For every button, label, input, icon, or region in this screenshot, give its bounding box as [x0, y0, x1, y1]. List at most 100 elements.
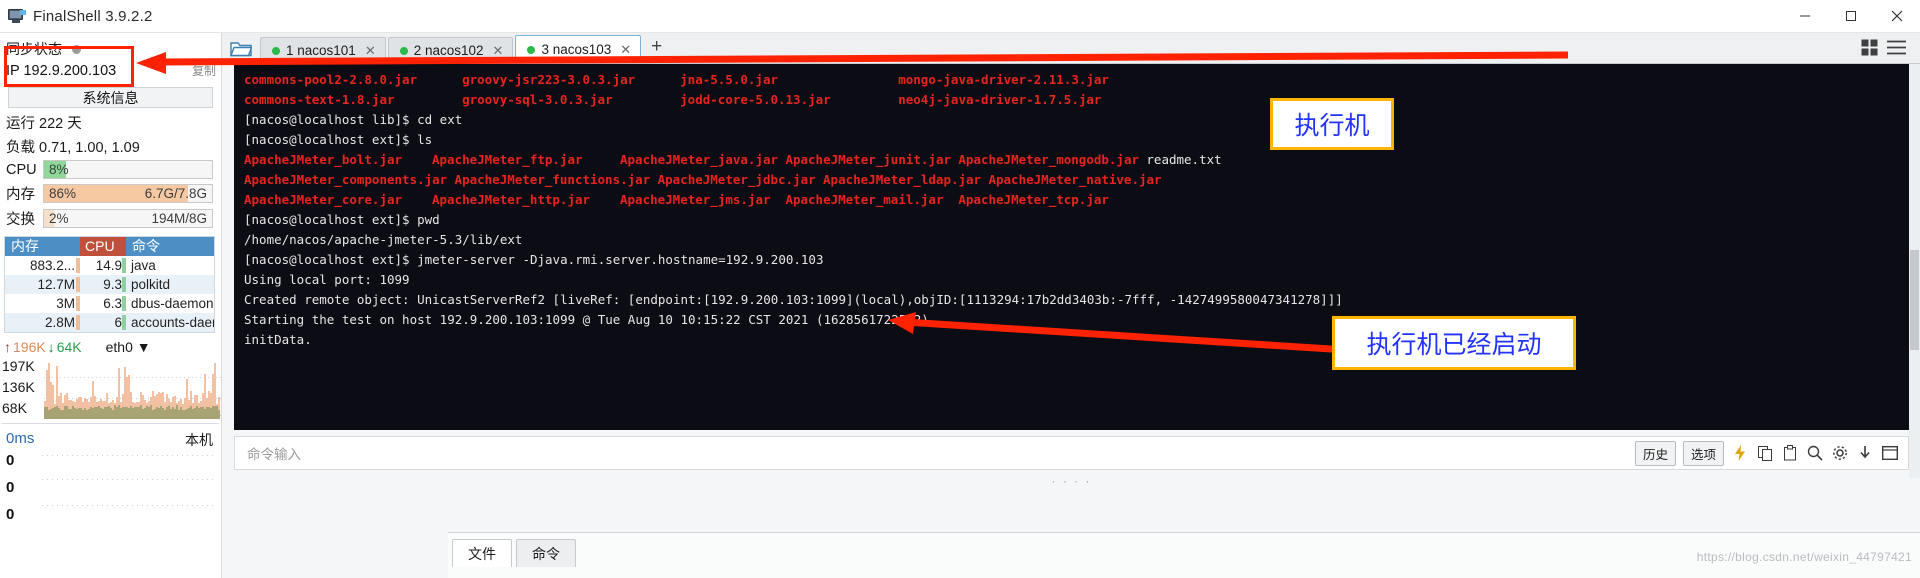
- terminal-line: ApacheJMeter_core.jar ApacheJMeter_http.j…: [244, 190, 1909, 210]
- cell-cpu: 6.3: [80, 294, 126, 313]
- terminal-text: jodd-core-5.0.13.jar: [680, 92, 831, 107]
- terminal-text: ApacheJMeter_ftp.jar: [432, 152, 583, 167]
- panel-resize-handle[interactable]: · · · ·: [234, 474, 1909, 488]
- grid-view-icon[interactable]: [1861, 39, 1878, 59]
- terminal-text: /home/nacos/apache-jmeter-5.3/lib/ext: [244, 232, 523, 247]
- lat-y-label-0: 0: [6, 452, 15, 469]
- meter-label: CPU: [6, 161, 37, 178]
- meter-bar: 86% 6.7G/7.8G: [43, 184, 213, 203]
- terminal-line: [nacos@localhost lib]$ cd ext: [244, 110, 1909, 130]
- status-dot: [399, 46, 408, 55]
- latency-chart-canvas: [42, 453, 217, 533]
- terminal-text: ApacheJMeter_native.jar: [988, 172, 1162, 187]
- cell-cpu: 9.3: [80, 275, 126, 294]
- terminal-line: [nacos@localhost ext]$ jmeter-server -Dj…: [244, 250, 1909, 270]
- search-icon[interactable]: [1806, 444, 1824, 462]
- tab-files[interactable]: 文件: [452, 539, 512, 567]
- finalshell-window: FinalShell 3.9.2.2 同步状态 IP 192.9.200.103…: [0, 0, 1920, 578]
- latency-chart: 0 0 0: [0, 449, 221, 533]
- sync-status-label: 同步状态: [6, 41, 62, 57]
- meter-bar: 2% 194M/8G: [43, 209, 213, 228]
- terminal-text: jna-5.5.0.jar: [680, 72, 778, 87]
- terminal-text: ApacheJMeter_jdbc.jar: [657, 172, 816, 187]
- terminal-text: ApacheJMeter_mail.jar: [785, 192, 944, 207]
- col-header-command[interactable]: 命令: [126, 237, 214, 256]
- history-button[interactable]: 历史: [1634, 440, 1676, 466]
- status-dot: [527, 45, 536, 54]
- session-tab-bar: 1 nacos101 ✕ 2 nacos102 ✕ 3 nacos103 ✕ +: [222, 33, 1920, 64]
- network-summary: ↑ 196K ↓ 64K eth0 ▼: [0, 333, 221, 357]
- close-icon[interactable]: ✕: [620, 42, 631, 58]
- maximize-button[interactable]: [1828, 0, 1874, 33]
- server-ip-label: IP 192.9.200.103: [6, 63, 117, 79]
- session-tab-1[interactable]: 1 nacos101 ✕: [260, 37, 386, 63]
- latency-host-label: 本机: [185, 432, 213, 448]
- window-icon[interactable]: [1881, 444, 1899, 462]
- close-button[interactable]: [1874, 0, 1920, 33]
- terminal-text: commons-pool2-2.8.0.jar: [244, 72, 418, 87]
- network-chart-canvas: [44, 357, 221, 419]
- session-tab-2[interactable]: 2 nacos102 ✕: [387, 37, 514, 63]
- terminal-text: groovy-sql-3.0.3.jar: [462, 92, 613, 107]
- gear-icon[interactable]: [1831, 444, 1849, 462]
- options-button[interactable]: 选项: [1682, 440, 1724, 466]
- terminal-line: commons-text-1.8.jar groovy-sql-3.0.3.jar…: [244, 90, 1909, 110]
- terminal-line: Using local port: 1099: [244, 270, 1909, 290]
- terminal-text: Starting the test on host 192.9.200.103:…: [244, 312, 929, 327]
- meter-amount: 194M/8G: [151, 211, 207, 226]
- meter-cpu: CPU 8%: [0, 158, 221, 181]
- terminal-text: [nacos@localhost ext]$ ls: [244, 132, 433, 147]
- terminal-text: ApacheJMeter_core.jar: [244, 192, 403, 207]
- download-rate: 64K: [56, 339, 82, 355]
- close-icon[interactable]: ✕: [493, 43, 504, 59]
- network-chart-y-axis: 197K 136K 68K: [2, 357, 44, 420]
- table-row[interactable]: 12.7M 9.3 polkitd: [5, 275, 214, 294]
- folder-icon[interactable]: [222, 33, 260, 63]
- terminal-text: ApacheJMeter_tcp.jar: [958, 192, 1109, 207]
- terminal-text: readme.txt: [1146, 152, 1222, 167]
- network-interface-selector[interactable]: eth0 ▼: [106, 339, 151, 355]
- watermark: https://blog.csdn.net/weixin_44797421: [1696, 550, 1912, 564]
- command-input[interactable]: 命令输入: [247, 443, 301, 463]
- tab-commands[interactable]: 命令: [516, 539, 576, 567]
- close-icon[interactable]: ✕: [365, 43, 376, 59]
- copy-icon[interactable]: [1756, 444, 1774, 462]
- terminal-text: Using local port: 1099: [244, 272, 410, 287]
- cell-memory: 2.8M: [5, 313, 80, 332]
- meter-percent: 8%: [49, 162, 69, 177]
- lightning-icon[interactable]: [1731, 444, 1749, 462]
- session-tab-3[interactable]: 3 nacos103 ✕: [515, 35, 642, 63]
- terminal-text: commons-text-1.8.jar: [244, 92, 395, 107]
- upload-arrow-icon: ↑: [4, 339, 11, 355]
- monitor-icon: [8, 8, 26, 24]
- clipboard-icon[interactable]: [1781, 444, 1799, 462]
- table-row[interactable]: 883.2... 14.9 java: [5, 256, 214, 275]
- process-table[interactable]: 内存 CPU 命令 883.2... 14.9 java 12.7M 9.3 polkit…: [4, 236, 215, 333]
- terminal-line: commons-pool2-2.8.0.jar groovy-jsr223-3.0…: [244, 70, 1909, 90]
- session-tab-label: 1 nacos101: [286, 43, 356, 58]
- system-info-button[interactable]: 系统信息: [8, 87, 213, 108]
- download-icon[interactable]: [1856, 444, 1874, 462]
- lat-y-label-2: 0: [6, 506, 15, 523]
- table-row[interactable]: 3M 6.3 dbus-daemon: [5, 294, 214, 313]
- chevron-down-icon: ▼: [136, 339, 151, 355]
- terminal-text: neo4j-java-driver-1.7.5.jar: [898, 92, 1102, 107]
- terminal-output[interactable]: commons-pool2-2.8.0.jar groovy-jsr223-3.0…: [234, 64, 1909, 430]
- terminal-text: [nacos@localhost lib]$ cd ext: [244, 112, 463, 127]
- terminal-scrollbar[interactable]: [1909, 64, 1920, 478]
- meter-bar: 8%: [43, 160, 213, 179]
- table-row[interactable]: 2.8M6 accounts-daemon: [5, 313, 214, 332]
- command-input-bar: 命令输入 历史 选项: [234, 436, 1909, 470]
- meter-swap: 交换 2% 194M/8G: [0, 206, 221, 231]
- new-tab-button[interactable]: +: [643, 36, 672, 61]
- cell-command: java: [131, 258, 156, 273]
- col-header-cpu[interactable]: CPU: [80, 237, 126, 256]
- minimize-button[interactable]: [1782, 0, 1828, 33]
- cell-command: dbus-daemon: [131, 296, 214, 311]
- annotation-executor: 执行机: [1270, 98, 1394, 150]
- hamburger-menu-icon[interactable]: [1887, 40, 1906, 58]
- terminal-panel: commons-pool2-2.8.0.jar groovy-jsr223-3.0…: [222, 64, 1920, 578]
- terminal-line: Starting the test on host 192.9.200.103:…: [244, 310, 1909, 330]
- terminal-text: ApacheJMeter_junit.jar: [785, 152, 952, 167]
- col-header-memory[interactable]: 内存: [5, 237, 80, 256]
